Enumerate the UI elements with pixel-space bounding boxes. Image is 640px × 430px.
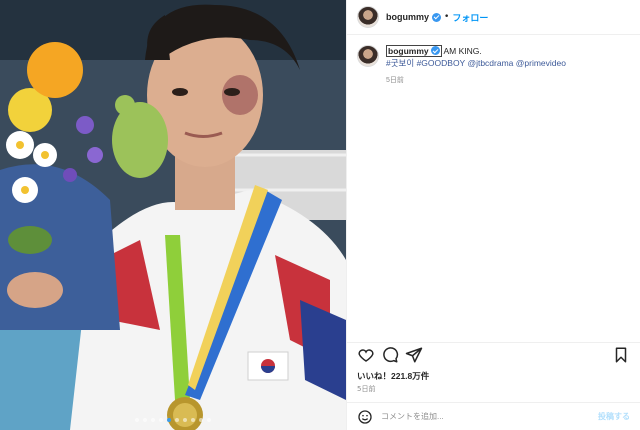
post-timestamp: 5日前 [357, 385, 376, 393]
carousel-dot [143, 418, 147, 422]
photo-illustration [0, 0, 346, 430]
carousel-dot [191, 418, 195, 422]
caption-text: AM KING. [441, 46, 482, 56]
mention-link[interactable]: @primevideo [516, 58, 566, 68]
verified-badge-icon [432, 12, 442, 22]
post-actions [347, 342, 640, 366]
post-caption: bogummy AM KING. #굿보이 #GOODBOY @jtbcdram… [347, 35, 640, 87]
comment-input[interactable] [381, 412, 598, 421]
post-side-panel: bogummy • フォロー bogummy AM KING. #굿보이 #GO… [346, 0, 640, 430]
heart-icon[interactable] [357, 346, 375, 364]
smiley-icon[interactable] [357, 409, 373, 425]
username-link[interactable]: bogummy [386, 12, 429, 22]
like-count[interactable]: いいね！221.8万件 [357, 370, 429, 382]
hashtag-link[interactable]: #GOODBOY [417, 58, 466, 68]
avatar[interactable] [357, 45, 379, 67]
carousel-dot [151, 418, 155, 422]
carousel-dot-active [167, 418, 171, 422]
caption-timestamp: 5日前 [386, 77, 404, 84]
mention-link[interactable]: @jtbcdrama [467, 58, 513, 68]
carousel-dot [207, 418, 211, 422]
caption-hashtags: #굿보이 #GOODBOY @jtbcdrama @primevideo [386, 57, 566, 69]
avatar[interactable] [357, 6, 379, 28]
post-photo[interactable] [0, 0, 346, 430]
carousel-indicator [0, 418, 346, 422]
post-header: bogummy • フォロー [347, 0, 640, 35]
verified-badge-icon [430, 46, 440, 55]
carousel-dot [135, 418, 139, 422]
comment-bar: 投稿する [347, 402, 640, 430]
bookmark-icon[interactable] [612, 346, 630, 364]
hashtag-link[interactable]: #굿보이 [386, 58, 414, 68]
carousel-dot [175, 418, 179, 422]
caption-username-link[interactable]: bogummy [386, 45, 442, 57]
follow-button[interactable]: フォロー [452, 11, 488, 24]
carousel-dot [183, 418, 187, 422]
paper-plane-icon[interactable] [405, 346, 423, 364]
comment-bubble-icon[interactable] [381, 346, 399, 364]
post-comment-button[interactable]: 投稿する [598, 411, 630, 422]
separator-dot: • [444, 12, 450, 22]
carousel-dot [159, 418, 163, 422]
carousel-dot [199, 418, 203, 422]
